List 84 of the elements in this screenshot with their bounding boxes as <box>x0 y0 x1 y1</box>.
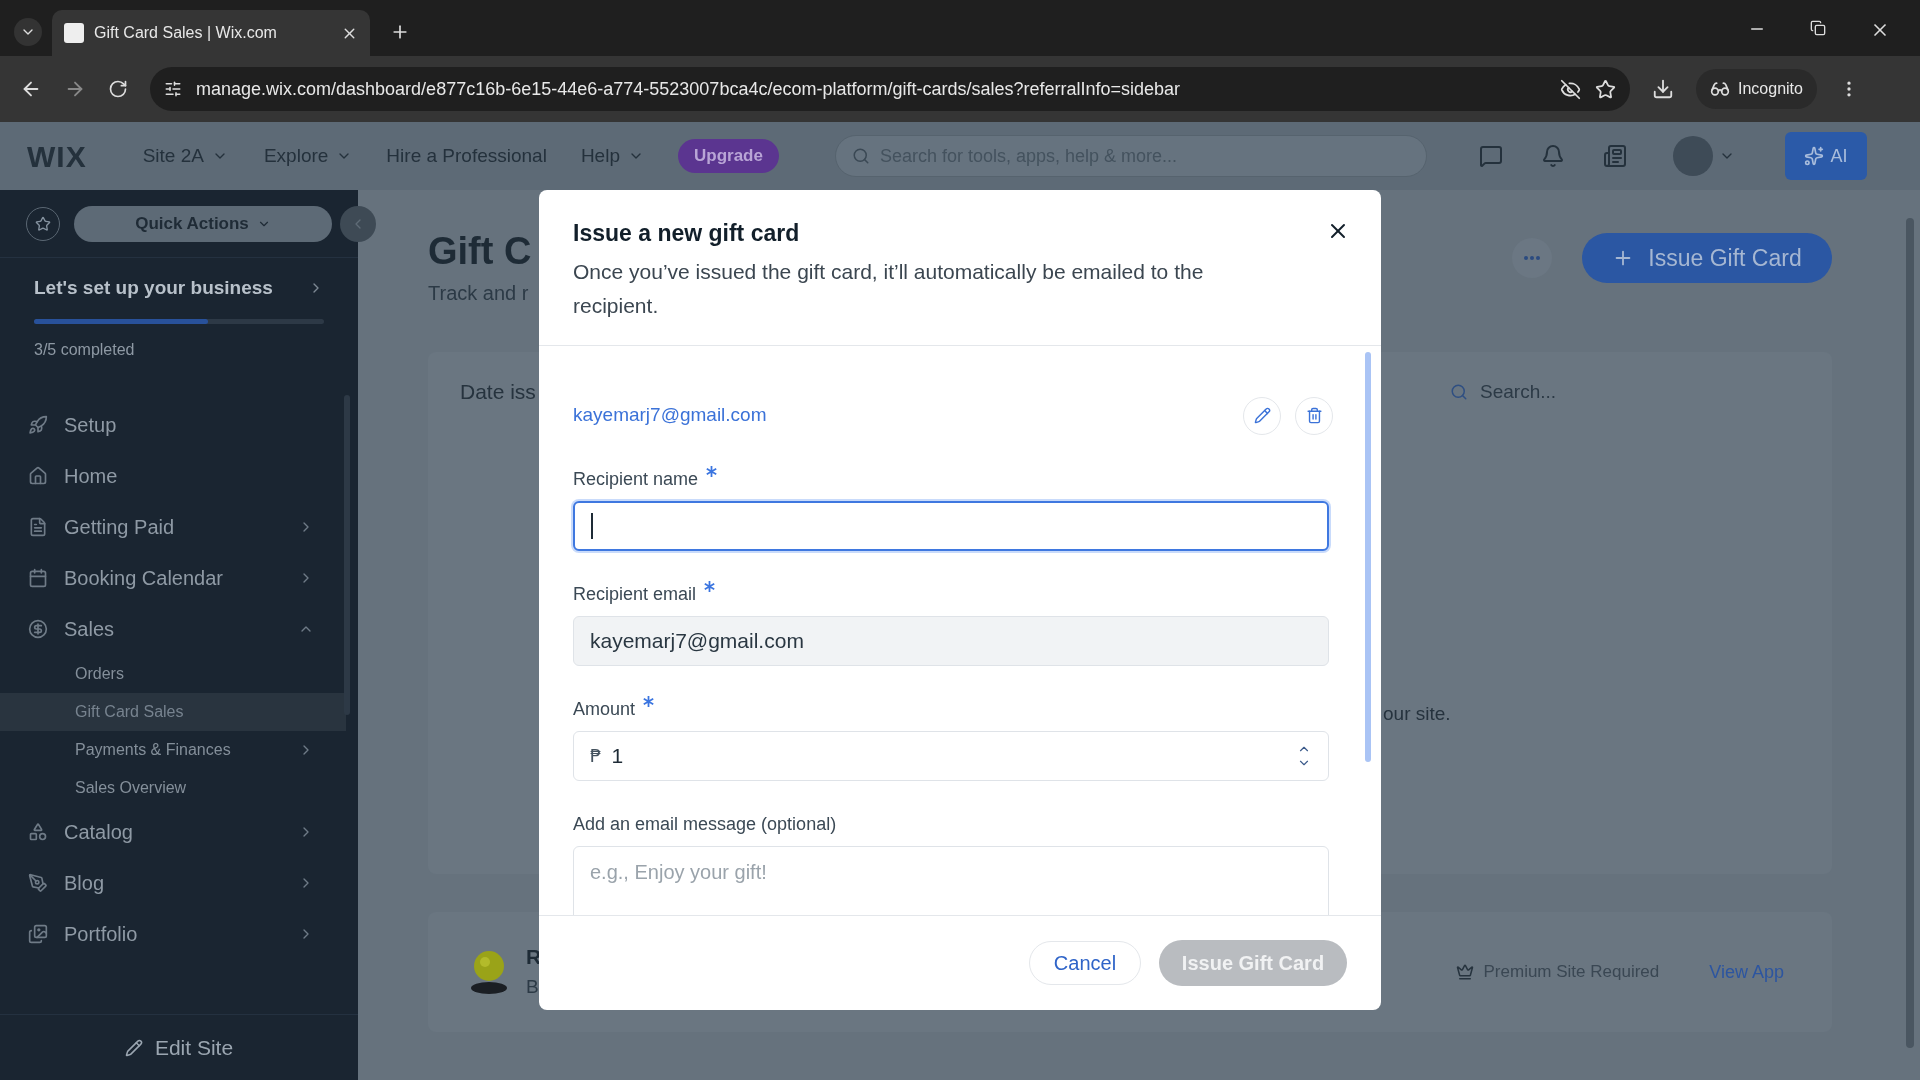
download-icon[interactable] <box>1652 78 1674 100</box>
sidebar-subitem[interactable]: Sales Overview <box>0 768 346 807</box>
currency-symbol: ₱ <box>590 744 602 768</box>
sidebar-item[interactable]: Setup <box>0 399 358 451</box>
wix-logo[interactable]: WIX <box>27 133 87 179</box>
eye-off-icon[interactable] <box>1560 78 1581 100</box>
pencil-icon <box>1253 407 1271 424</box>
sidebar-item[interactable]: Getting Paid <box>0 501 358 553</box>
site-info-icon[interactable] <box>164 80 182 98</box>
page-scrollbar[interactable] <box>1906 218 1914 1048</box>
sidebar-item[interactable]: Booking Calendar <box>0 552 358 604</box>
upgrade-button[interactable]: Upgrade <box>677 139 779 173</box>
document-icon <box>28 517 48 537</box>
quick-actions-button[interactable]: Quick Actions <box>74 205 332 242</box>
app-subtitle: B <box>526 975 540 999</box>
required-asterisk-icon <box>643 695 655 707</box>
ai-button[interactable]: AI <box>1784 132 1867 180</box>
page-title: Gift C <box>428 229 532 274</box>
nav-menu[interactable]: Explore <box>263 141 353 171</box>
search-icon <box>1450 383 1468 401</box>
field-label: Add an email message (optional) <box>573 812 837 836</box>
star-icon <box>35 215 51 232</box>
more-icon <box>1524 256 1540 260</box>
star-icon[interactable] <box>1595 78 1616 100</box>
text-field[interactable]: kayemarj7@gmail.com <box>573 615 1329 666</box>
field-label: Recipient email <box>573 582 697 606</box>
incognito-label: Incognito <box>1738 79 1803 99</box>
nav-menu[interactable]: Help <box>580 141 644 171</box>
sparkle-icon <box>1804 146 1825 166</box>
filter-label[interactable]: Date iss <box>460 376 536 408</box>
sidebar-subitem[interactable]: Orders <box>0 654 346 693</box>
nav-menu[interactable]: Hire a Professional <box>386 141 547 171</box>
required-asterisk-icon <box>704 580 716 592</box>
browser-tab[interactable]: Gift Card Sales | Wix.com <box>52 10 370 56</box>
incognito-badge[interactable]: Incognito <box>1696 69 1817 109</box>
sidebar-item[interactable]: Portfolio <box>0 908 358 960</box>
pencil-icon <box>124 1038 143 1057</box>
edit-site-button[interactable]: Edit Site <box>124 1031 234 1064</box>
reload-icon[interactable] <box>108 79 128 99</box>
field-label: Amount <box>573 697 636 721</box>
empty-state-text: our site. <box>1383 702 1452 726</box>
sidebar-item[interactable]: Catalog <box>0 806 358 858</box>
address-bar[interactable]: manage.wix.com/dashboard/e877c16b-6e15-44e6-a774-5523007bca4c/ecom-platform/gift-cards/sales?referralInfo=sidebar <box>150 67 1630 111</box>
text-caret <box>591 512 593 539</box>
trash-icon <box>1305 407 1323 424</box>
search-field[interactable]: Search... <box>1450 377 1792 407</box>
collapse-button[interactable] <box>340 206 376 242</box>
sidebar-subitem[interactable]: Gift Card Sales <box>0 692 346 731</box>
dialog-title: Issue a new gift card <box>573 219 800 248</box>
bell-icon[interactable] <box>1540 144 1565 168</box>
site-menu[interactable]: Site 2A <box>142 141 228 171</box>
setup-title[interactable]: Let's set up your business <box>34 274 273 303</box>
house-icon <box>28 466 48 486</box>
search-icon <box>851 147 870 165</box>
field-label: Recipient name <box>573 467 699 491</box>
tab-title: Gift Card Sales | Wix.com <box>94 23 278 43</box>
sidebar-item[interactable]: Home <box>0 450 358 502</box>
dialog-scrollbar[interactable] <box>1365 351 1371 762</box>
crown-icon <box>1455 963 1474 981</box>
tab-list-button[interactable] <box>14 18 42 46</box>
message-field[interactable]: e.g., Enjoy your gift! <box>573 845 1329 915</box>
restore-icon[interactable] <box>1810 20 1826 36</box>
text-field[interactable] <box>573 500 1329 551</box>
page-subtitle: Track and r <box>428 281 530 306</box>
url-text: manage.wix.com/dashboard/e877c16b-6e15-44e6-a774-5523007bca4c/ecom-platform/gift-cards/sales?referralInfo=sidebar <box>196 77 1182 101</box>
dollar-circle-icon <box>28 619 48 639</box>
rocket-icon <box>28 415 48 435</box>
recipient-email-link[interactable]: kayemarj7@gmail.com <box>573 401 767 430</box>
issue-gift-card-button[interactable]: Issue Gift Card <box>1582 233 1832 283</box>
calendar-icon <box>28 568 48 588</box>
site-favicon <box>64 23 84 43</box>
required-asterisk-icon <box>706 465 718 477</box>
amount-field[interactable]: ₱ 1 <box>573 730 1329 781</box>
pen-icon <box>28 873 48 893</box>
images-icon <box>28 924 48 944</box>
sidebar-subitem[interactable]: Payments & Finances <box>0 730 346 769</box>
shapes-icon <box>28 822 48 842</box>
sidebar-item[interactable]: Sales <box>0 603 358 655</box>
glasses-icon <box>1710 79 1730 99</box>
dialog-description: Once you’ve issued the gift card, it’ll automatically be emailed to the recipient. <box>573 258 1205 319</box>
progress-text: 3/5 completed <box>34 339 136 360</box>
chat-icon[interactable] <box>1478 144 1503 168</box>
news-icon[interactable] <box>1602 144 1627 168</box>
sidebar-item[interactable]: Blog <box>0 857 358 909</box>
